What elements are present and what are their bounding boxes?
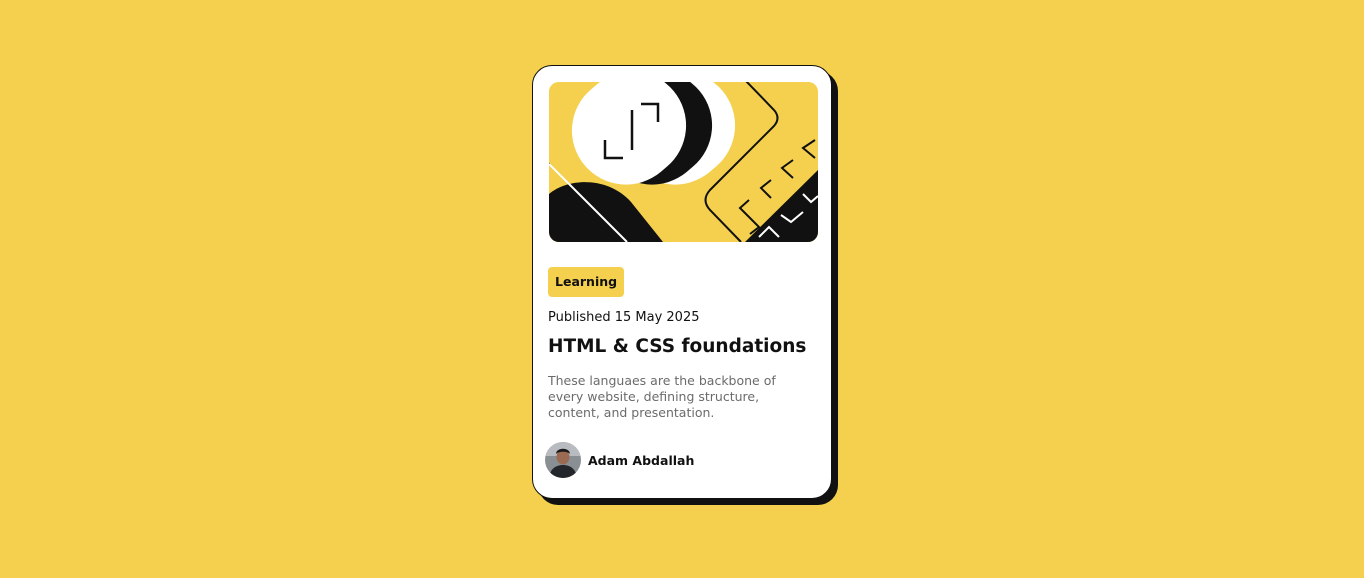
published-date: Published 15 May 2025 <box>548 310 700 325</box>
blog-preview-card: Learning Published 15 May 2025 HTML & CS… <box>532 65 832 499</box>
category-tag: Learning <box>548 267 625 297</box>
card-title[interactable]: HTML & CSS foundations <box>548 336 806 357</box>
author-info: Adam Abdallah <box>545 441 694 479</box>
blog-illustration <box>549 82 818 242</box>
author-avatar <box>545 442 581 478</box>
author-name: Adam Abdallah <box>588 452 695 468</box>
card-description: These languaes are the backbone of every… <box>548 373 776 420</box>
